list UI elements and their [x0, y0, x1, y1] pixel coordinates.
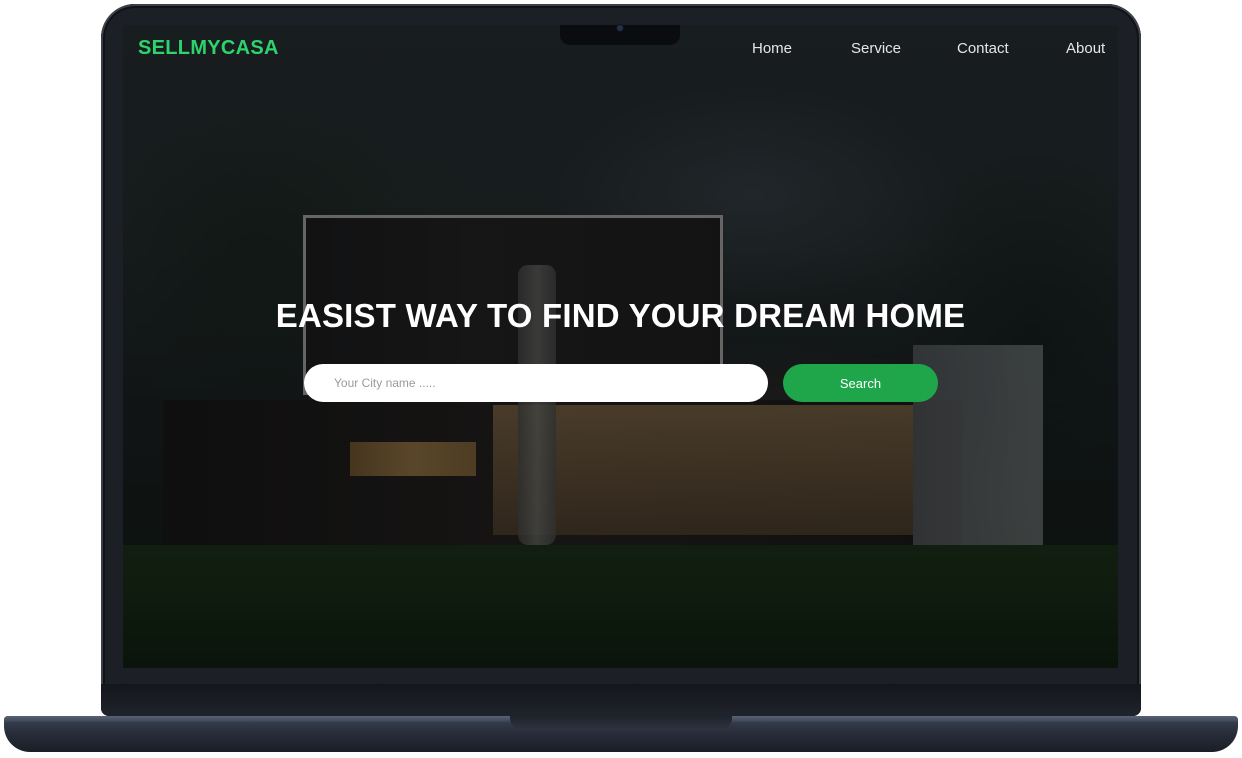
laptop-chin	[101, 684, 1141, 716]
laptop-screen: SELLMYCASA Home Service Contact About EA…	[123, 25, 1118, 668]
laptop-mockup: SELLMYCASA Home Service Contact About EA…	[0, 0, 1242, 758]
laptop-thumb-notch	[510, 716, 732, 730]
brand-logo[interactable]: SELLMYCASA	[138, 37, 279, 60]
nav-link-home[interactable]: Home	[752, 40, 792, 57]
nav-link-contact[interactable]: Contact	[957, 40, 1009, 57]
search-button[interactable]: Search	[783, 364, 938, 402]
hero-headline: EASIST WAY TO FIND YOUR DREAM HOME	[275, 297, 966, 334]
city-search-input[interactable]	[304, 364, 768, 402]
nav-link-service[interactable]: Service	[851, 40, 901, 57]
camera-icon	[617, 25, 623, 31]
nav-link-about[interactable]: About	[1066, 40, 1105, 57]
hero-dark-overlay	[123, 25, 1118, 668]
